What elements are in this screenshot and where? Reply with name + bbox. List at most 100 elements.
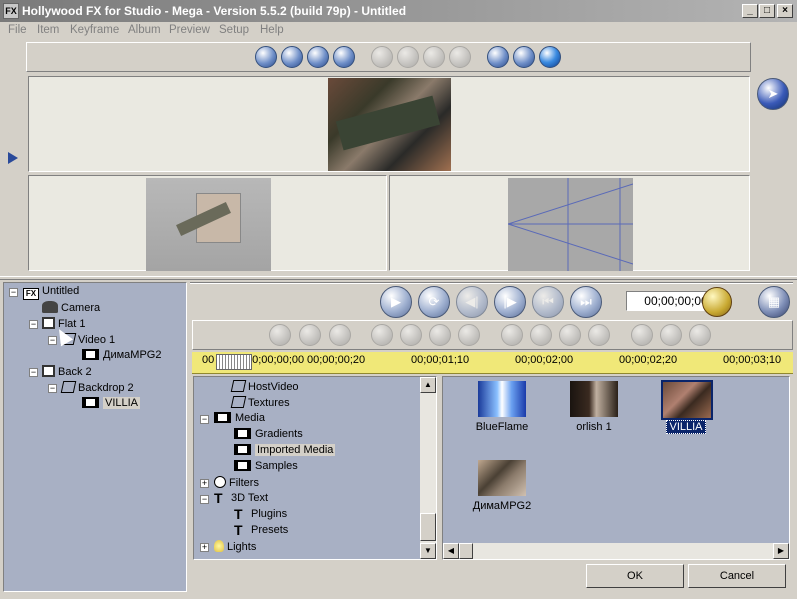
menu-preview[interactable]: Preview — [169, 24, 210, 36]
scroll-up-icon[interactable]: ▲ — [420, 377, 436, 393]
close-button[interactable]: × — [777, 4, 793, 18]
timeline-scrubber[interactable] — [216, 354, 252, 370]
album-tree-scrollbar[interactable]: ▲ ▼ — [420, 377, 436, 559]
zoom-fit-icon[interactable] — [449, 46, 471, 68]
menu-setup[interactable]: Setup — [219, 24, 249, 36]
scroll-down-icon[interactable]: ▼ — [420, 543, 436, 559]
album-node-samples[interactable]: Samples — [234, 460, 298, 472]
expand-arrow-icon[interactable] — [8, 152, 18, 164]
copy-icon[interactable] — [269, 324, 291, 346]
album-node-3d-text[interactable]: T 3D Text — [214, 491, 268, 505]
expand-toggle[interactable]: − — [48, 384, 57, 393]
album-node-presets[interactable]: T Presets — [234, 523, 288, 537]
light-icon[interactable] — [513, 46, 535, 68]
expand-toggle[interactable]: − — [200, 495, 209, 504]
paste-icon[interactable] — [299, 324, 321, 346]
menu-file[interactable]: File — [8, 24, 27, 36]
timeline-mark: 00 — [202, 354, 215, 366]
timeline-ruler[interactable]: 00 00;00;00;00 00;00;00;20 00;00;01;10 0… — [192, 352, 793, 374]
media-item-blueflame[interactable]: BlueFlame — [457, 381, 547, 439]
menu-help[interactable]: Help — [260, 24, 284, 36]
tree-node-villia[interactable]: VILLIA — [82, 397, 141, 409]
load-icon[interactable] — [660, 324, 682, 346]
album-node-filters[interactable]: Filters — [214, 476, 259, 489]
album-node-textures[interactable]: Textures — [230, 396, 290, 409]
keyframe-next-icon[interactable] — [588, 324, 610, 346]
scroll-left-icon[interactable]: ◀ — [443, 543, 459, 559]
tree-label: Back 2 — [58, 366, 92, 378]
scroll-thumb[interactable] — [420, 513, 436, 541]
album-node-imported-media[interactable]: Imported Media — [234, 444, 336, 456]
tree-label: Textures — [248, 397, 290, 409]
pointer-tool-button[interactable]: ➤ — [757, 78, 789, 110]
expand-toggle[interactable]: + — [200, 543, 209, 552]
app-icon[interactable]: FX — [3, 3, 19, 19]
album-node-gradients[interactable]: Gradients — [234, 428, 303, 440]
two-view-icon[interactable] — [281, 46, 303, 68]
media-item-dima[interactable]: ДимаMPG2 — [457, 460, 547, 518]
menu-keyframe[interactable]: Keyframe — [70, 24, 119, 36]
filter-icon — [214, 476, 226, 488]
zoom-out-icon[interactable] — [371, 46, 393, 68]
three-view-icon[interactable] — [307, 46, 329, 68]
menu-album[interactable]: Album — [128, 24, 161, 36]
album-node-media[interactable]: Media — [214, 412, 265, 424]
ok-button[interactable]: OK — [586, 564, 684, 588]
keyframe-prev-icon[interactable] — [559, 324, 581, 346]
album-node-plugins[interactable]: T Plugins — [234, 507, 287, 521]
play-button[interactable]: ▶ — [380, 286, 412, 318]
title-bar: FX Hollywood FX for Studio - Mega - Vers… — [0, 0, 797, 22]
zoom-circle-icon[interactable] — [397, 46, 419, 68]
media-item-villia[interactable]: VILLIA — [641, 380, 731, 439]
loop-play-button[interactable]: ⟳ — [418, 286, 450, 318]
album-node-lights[interactable]: Lights — [214, 540, 256, 553]
keyframe-add-icon[interactable] — [501, 324, 523, 346]
cancel-button[interactable]: Cancel — [688, 564, 786, 588]
delete-icon[interactable] — [400, 324, 422, 346]
viewport-top-down[interactable] — [389, 175, 750, 271]
tree-node-camera[interactable]: Camera — [42, 301, 100, 314]
media-item-orlish[interactable]: orlish 1 — [549, 381, 639, 439]
album-toggle-button[interactable]: ▦ — [758, 286, 790, 318]
expand-toggle[interactable]: − — [9, 288, 18, 297]
expand-toggle[interactable]: − — [200, 415, 209, 424]
horizontal-splitter[interactable] — [0, 276, 797, 280]
find-icon[interactable] — [329, 324, 351, 346]
keyframe-remove-icon[interactable] — [530, 324, 552, 346]
globe-icon[interactable] — [539, 46, 561, 68]
tree-node-untitled[interactable]: FX Untitled — [23, 285, 79, 300]
jog-dial-icon[interactable] — [702, 287, 732, 317]
settings-icon[interactable] — [689, 324, 711, 346]
viewport-perspective[interactable] — [28, 175, 387, 271]
tree-node-backdrop-2[interactable]: Backdrop 2 — [60, 381, 134, 394]
tree-node-dima[interactable]: ДимаMPG2 — [82, 349, 161, 361]
four-view-icon[interactable] — [333, 46, 355, 68]
maximize-button[interactable]: □ — [759, 4, 775, 18]
go-start-button[interactable]: ⏮ — [532, 286, 564, 318]
media-grid-scrollbar[interactable]: ◀ ▶ — [443, 543, 789, 559]
camera-icon[interactable] — [487, 46, 509, 68]
thumbnail — [661, 380, 713, 420]
viewport-top[interactable] — [28, 76, 750, 172]
tree-label: Lights — [227, 541, 257, 553]
scroll-right-icon[interactable]: ▶ — [773, 543, 789, 559]
new-icon[interactable] — [371, 324, 393, 346]
expand-toggle[interactable]: − — [29, 320, 38, 329]
step-back-button[interactable]: ◀| — [456, 286, 488, 318]
scroll-thumb[interactable] — [459, 543, 473, 559]
zoom-in-icon[interactable] — [423, 46, 445, 68]
tree-label: Untitled — [42, 285, 80, 297]
menu-item[interactable]: Item — [37, 24, 59, 36]
save-icon[interactable] — [631, 324, 653, 346]
film-icon — [234, 428, 251, 439]
tree-node-back-2[interactable]: Back 2 — [42, 365, 92, 378]
expand-toggle[interactable]: − — [29, 368, 38, 377]
minimize-button[interactable]: _ — [742, 4, 758, 18]
step-forward-button[interactable]: |▶ — [494, 286, 526, 318]
duplicate-icon[interactable] — [429, 324, 451, 346]
group-icon[interactable] — [458, 324, 480, 346]
expand-toggle[interactable]: + — [200, 479, 209, 488]
go-end-button[interactable]: ⏭ — [570, 286, 602, 318]
album-node-hostvideo[interactable]: HostVideo — [230, 380, 299, 393]
single-view-icon[interactable] — [255, 46, 277, 68]
